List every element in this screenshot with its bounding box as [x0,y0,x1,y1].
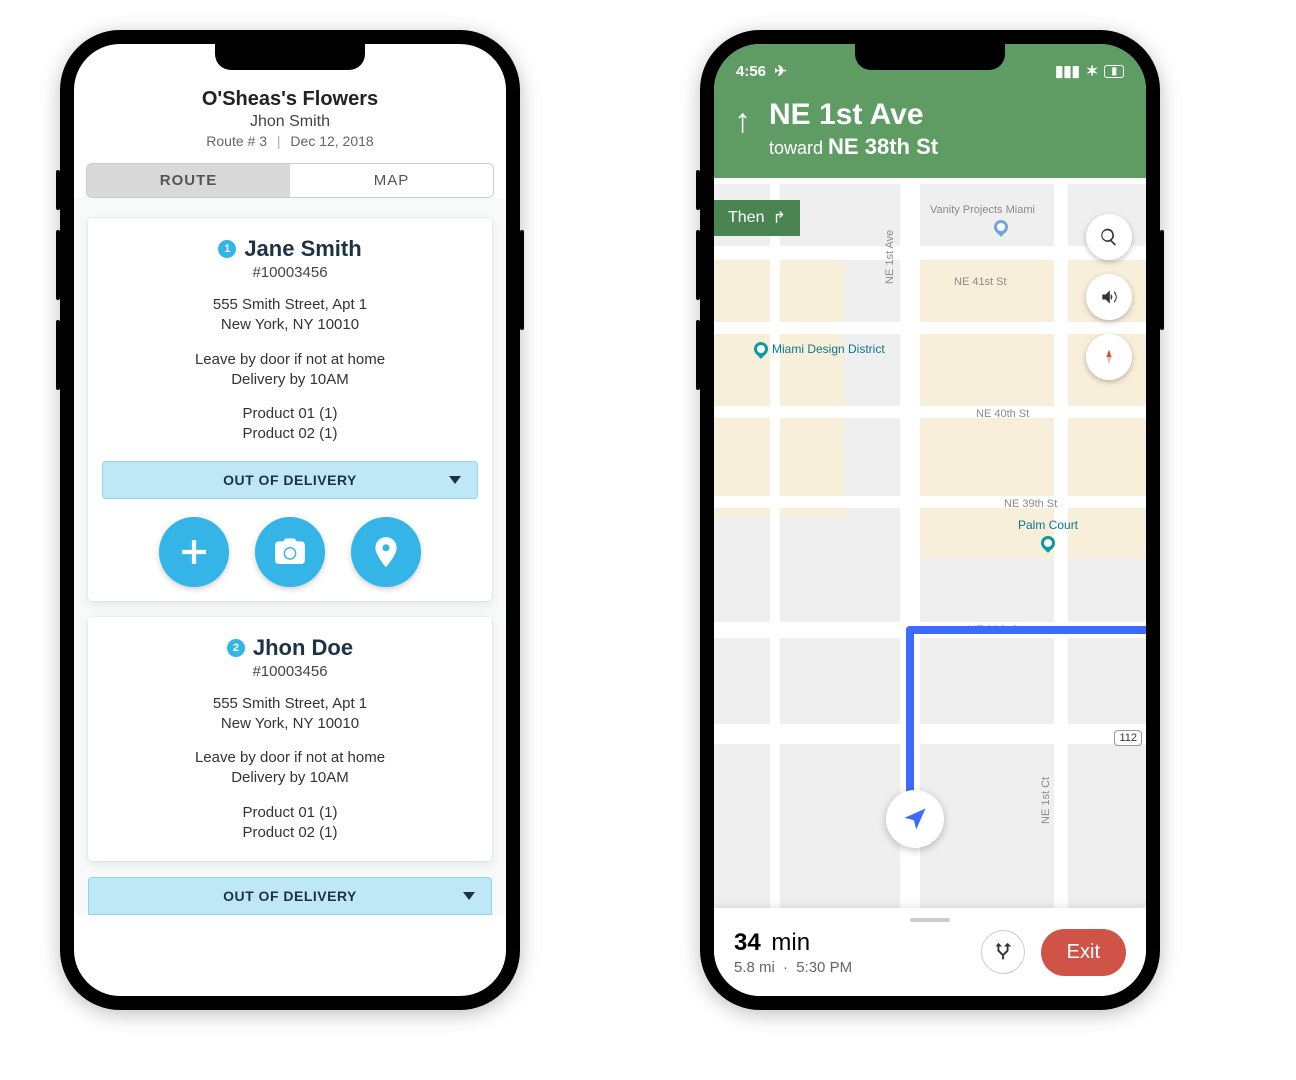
speaker-icon [1099,287,1119,307]
status-label: OUT OF DELIVERY [223,888,357,904]
map-road-label: NE 39th St [1004,498,1057,510]
map-poi-label: Vanity Projects Miami [930,204,1035,216]
plus-icon [177,535,211,569]
next-street-name: NE 1st Ave [769,98,938,132]
address-block: 555 Smith Street, Apt 1 New York, NY 100… [106,694,474,735]
navigation-bottom-bar: 34 min 5.8 mi · 5:30 PM Exit [714,908,1146,996]
status-label: OUT OF DELIVERY [223,472,357,488]
navigation-arrow-icon [901,805,929,833]
delivery-app-screen: O'Sheas's Flowers Jhon Smith Route # 3 |… [74,44,506,996]
driver-name: Jhon Smith [84,113,496,131]
poi-pin-icon [751,339,771,359]
eta-minutes: 34 min [734,929,981,957]
search-icon [1099,227,1119,247]
chevron-down-icon [463,892,475,900]
route-date: Dec 12, 2018 [290,133,373,149]
map-road-label: NE 41st St [954,276,1007,288]
order-number: #10003456 [106,663,474,680]
then-turn-chip: Then ↱ [714,200,800,236]
ios-status-bar: 4:56 ✈ ▮▮▮ ✶ ▮ [714,44,1146,88]
status-time: 4:56 [736,63,766,80]
tab-route[interactable]: ROUTE [87,164,290,197]
delivery-stop-card: 2 Jhon Doe #10003456 555 Smith Street, A… [88,617,492,862]
route-number: Route # 3 [206,133,267,149]
map-poi[interactable]: Miami Design District [754,342,885,356]
camera-button[interactable] [255,517,325,587]
route-and-date: Route # 3 | Dec 12, 2018 [84,133,496,149]
location-services-icon: ✈ [774,63,787,80]
map-sound-button[interactable] [1086,274,1132,320]
delivery-stop-card: 1 Jane Smith #10003456 555 Smith Street,… [88,218,492,601]
stop-action-row [106,517,474,587]
eta-subline: 5.8 mi · 5:30 PM [734,959,981,976]
product-list: Product 01 (1) Product 02 (1) [106,803,474,844]
arrow-straight-icon: ↑ [734,104,751,138]
exit-navigation-button[interactable]: Exit [1041,929,1126,976]
route-split-icon [992,941,1014,963]
order-number: #10003456 [106,264,474,281]
address-block: 555 Smith Street, Apt 1 New York, NY 100… [106,295,474,336]
maps-navigation-screen: 4:56 ✈ ▮▮▮ ✶ ▮ ↑ NE 1st Ave toward NE 38… [714,44,1146,996]
location-pin-icon [369,535,403,569]
product-list: Product 01 (1) Product 02 (1) [106,404,474,445]
map-canvas[interactable]: Vanity Projects Miami NE 41st St NE 40th… [714,184,1146,908]
alternate-routes-button[interactable] [981,930,1025,974]
tab-map[interactable]: MAP [290,164,493,197]
route-header: O'Sheas's Flowers Jhon Smith Route # 3 |… [74,44,506,157]
poi-pin-icon [991,217,1011,237]
map-poi[interactable]: Palm Court [1018,518,1078,550]
compass-icon [1099,347,1119,367]
wifi-icon: ✶ [1086,62,1099,80]
phone-frame-maps: 4:56 ✈ ▮▮▮ ✶ ▮ ↑ NE 1st Ave toward NE 38… [700,30,1160,1010]
phone-frame-delivery: O'Sheas's Flowers Jhon Smith Route # 3 |… [60,30,520,1010]
camera-icon [273,535,307,569]
stop-index-badge: 1 [218,240,236,258]
map-road-label: NE 1st Ave [884,230,896,284]
highway-shield: 112 [1114,730,1142,746]
delivery-status-dropdown[interactable]: OUT OF DELIVERY [102,461,478,499]
cell-signal-icon: ▮▮▮ [1055,62,1080,80]
stop-index-badge: 2 [227,639,245,657]
recipient-name: Jhon Doe [253,635,353,661]
company-name: O'Sheas's Flowers [84,88,496,111]
view-tabs: ROUTE MAP [86,163,494,198]
poi-pin-icon [1038,533,1058,553]
battery-icon: ▮ [1104,65,1124,78]
delivery-notes: Leave by door if not at home Delivery by… [106,748,474,789]
navigate-button[interactable] [351,517,421,587]
delivery-notes: Leave by door if not at home Delivery by… [106,350,474,391]
map-compass-button[interactable] [1086,334,1132,380]
recipient-name: Jane Smith [244,236,361,262]
map-road-label: NE 1st Ct [1040,777,1052,824]
eta-block: 34 min 5.8 mi · 5:30 PM [734,929,981,976]
add-button[interactable] [159,517,229,587]
chevron-down-icon [449,476,461,484]
delivery-status-dropdown[interactable]: OUT OF DELIVERY [88,877,492,915]
turn-right-icon: ↱ [772,208,785,228]
map-road [770,184,780,908]
route-polyline [906,626,1146,634]
drag-handle[interactable] [910,918,950,922]
toward-line: toward NE 38th St [769,134,938,160]
map-road-label: NE 40th St [976,408,1029,420]
map-search-button[interactable] [1086,214,1132,260]
map-poi[interactable] [994,220,1008,234]
my-location-marker [886,790,944,848]
